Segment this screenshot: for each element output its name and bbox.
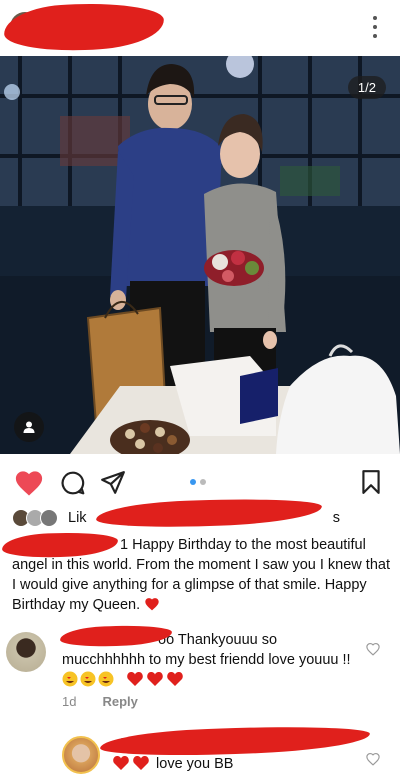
hearts-emoji-icon [127,672,183,686]
action-bar [0,460,400,502]
grin-emoji-icon [62,671,114,687]
likes-text-start: Lik [68,510,87,526]
hearts-emoji-icon [113,756,149,770]
comment-time: 1d [62,694,77,709]
likes-text-end: s [332,510,340,526]
more-vertical-icon[interactable] [372,16,378,38]
post-header [0,0,400,54]
like-comment-icon[interactable] [366,752,380,766]
liker-avatar [40,509,58,527]
heart-icon[interactable] [14,469,44,497]
comment-2: oIoj love you BB [0,723,400,778]
post-photo[interactable]: 1/2 [0,56,400,454]
image-counter: 1/2 [347,76,386,99]
tag-person-icon[interactable] [14,412,44,442]
comment-1: oo Thankyouuu so mucchhhhhh to my best f… [0,624,400,716]
share-icon[interactable] [100,470,126,496]
bookmark-icon[interactable] [360,469,382,495]
carousel-dots [190,479,206,485]
comment-icon[interactable] [60,470,86,496]
like-comment-icon[interactable] [366,642,380,656]
comment-meta: 1d Reply [62,694,138,709]
redaction-username [3,1,165,53]
avatar[interactable] [6,632,46,672]
reply-button[interactable]: Reply [102,694,137,709]
heart-emoji-icon [145,598,159,611]
photo-scene [0,56,400,454]
avatar[interactable] [62,736,100,774]
